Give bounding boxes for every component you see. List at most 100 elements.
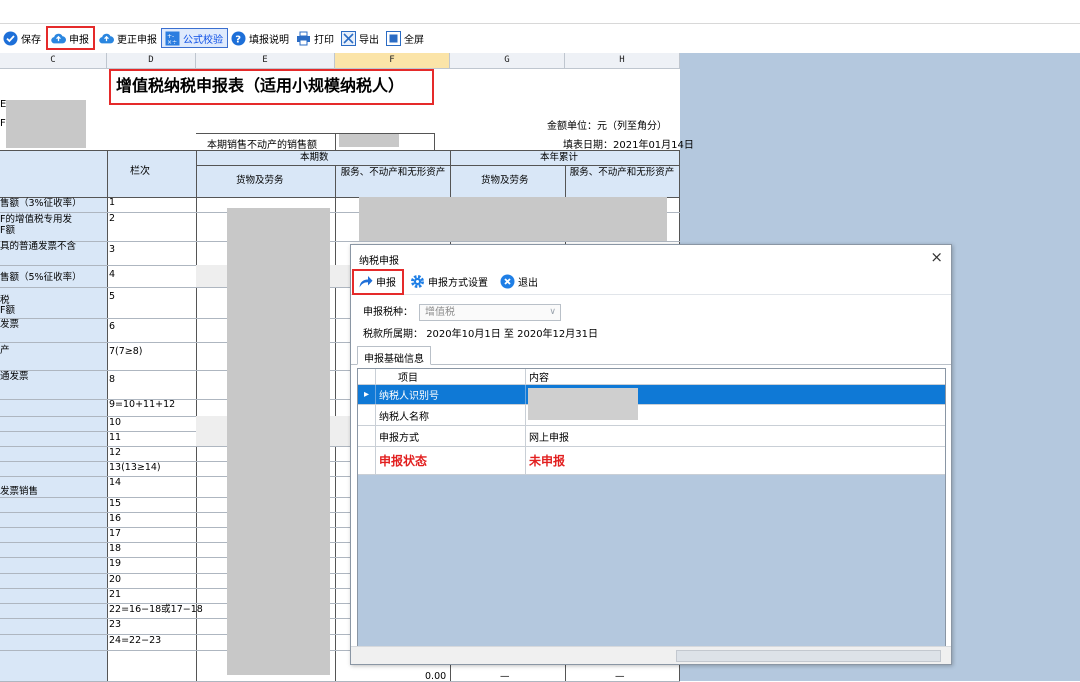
tax-type-label: 申报税种： <box>363 307 413 318</box>
row-code: 15 <box>109 498 122 509</box>
redacted-taxpayer-info <box>6 100 86 148</box>
row-label: 发票销售 <box>0 486 39 497</box>
chevron-down-icon: ∨ <box>549 306 556 317</box>
row-code: 21 <box>109 589 122 600</box>
row-code: 19 <box>109 558 122 569</box>
save-label: 保存 <box>21 34 41 46</box>
bottom-value <box>300 671 303 681</box>
row-label: F额 <box>0 225 15 236</box>
close-icon[interactable]: × <box>930 248 943 266</box>
column-header-g[interactable]: G <box>450 53 565 69</box>
export-button[interactable]: 导出 <box>338 28 383 48</box>
column-header-e[interactable]: E <box>196 53 335 69</box>
column-header-item: 项目 <box>376 369 526 384</box>
fullscreen-label: 全屏 <box>404 34 424 46</box>
amount-unit: 金额单位：元（列至角分） <box>547 121 667 132</box>
window-top-strip <box>0 0 1080 24</box>
main-toolbar: 保存 申报 更正申报 +- ×÷ 公式校验 ? 填报说明 打印 导出 全屏 <box>0 26 1080 50</box>
row-pointer-icon: ▸ <box>358 385 376 404</box>
help-icon: ? <box>231 31 246 46</box>
declare-button[interactable]: 申报 <box>46 26 95 50</box>
tax-period-to: 2020年12月31日 <box>517 329 599 340</box>
header-services-ytd: 服务、不动产和无形资产 <box>569 167 675 178</box>
formula-check-button[interactable]: +- ×÷ 公式校验 <box>161 28 228 48</box>
cell-content-status[interactable]: 未申报 <box>526 447 945 474</box>
table-row[interactable]: ▸ 纳税人识别号 <box>358 385 945 405</box>
scrollbar-thumb[interactable] <box>676 650 941 662</box>
table-header-row: 项目 内容 <box>358 369 945 385</box>
row-code: 24=22−23 <box>109 635 162 646</box>
row-label: 具的普通发票不含 <box>0 241 77 252</box>
share-arrow-icon <box>358 274 373 289</box>
redacted-values <box>359 197 667 241</box>
table-row[interactable]: 纳税人名称 <box>358 405 945 426</box>
fullscreen-button[interactable]: 全屏 <box>383 28 428 48</box>
dialog-declare-button[interactable]: 申报 <box>352 268 404 295</box>
column-header-d[interactable]: D <box>107 53 196 69</box>
row-code: 12 <box>109 447 122 458</box>
close-circle-icon <box>500 274 515 289</box>
row-code: 9=10+11+12 <box>109 399 176 410</box>
column-header-c[interactable]: C <box>0 53 107 69</box>
dialog-toolbar: 申报 申报方式设置 退出 <box>351 268 951 295</box>
table-row[interactable]: 申报状态 未申报 <box>358 447 945 475</box>
fill-instructions-button[interactable]: ? 填报说明 <box>228 28 293 48</box>
cell-item: 申报方式 <box>376 426 526 446</box>
correct-declare-label: 更正申报 <box>117 34 157 46</box>
print-label: 打印 <box>314 34 334 46</box>
basic-info-table: 项目 内容 ▸ 纳税人识别号 纳税人名称 申报方式 网上申报 申报状态 未申报 <box>357 368 946 648</box>
bottom-value: 0.00 <box>425 671 447 682</box>
tax-period-to-word: 至 <box>503 329 514 340</box>
redacted-values <box>227 208 330 675</box>
tab-basic-info[interactable]: 申报基础信息 <box>357 346 431 365</box>
grid-line <box>0 150 680 151</box>
row-divider <box>0 241 680 242</box>
row-indicator <box>358 447 376 474</box>
excel-export-icon <box>341 30 356 46</box>
tax-type-value: 增值税 <box>425 306 455 318</box>
tax-period-label: 税款所属期： <box>363 329 423 340</box>
tax-type-row: 申报税种： 增值税 ∨ <box>363 303 561 321</box>
gear-icon <box>410 274 425 289</box>
row-label: 售额（3%征收率） <box>0 198 82 209</box>
correct-declare-button[interactable]: 更正申报 <box>96 28 161 48</box>
svg-text:×÷: ×÷ <box>167 39 177 46</box>
header-current-period: 本期数 <box>300 152 329 163</box>
declare-method-settings-button[interactable]: 申报方式设置 <box>404 269 494 295</box>
row-code: 8 <box>109 374 116 385</box>
print-button[interactable]: 打印 <box>293 28 338 48</box>
column-header-f[interactable]: F <box>335 53 450 69</box>
table-row[interactable]: 申报方式 网上申报 <box>358 426 945 447</box>
dialog-title: 纳税申报 <box>359 256 399 267</box>
save-button[interactable]: 保存 <box>0 28 45 48</box>
estate-sales-label: 本期销售不动产的销售额 <box>207 140 317 151</box>
truncated-label: F <box>0 118 6 129</box>
row-indicator <box>358 426 376 446</box>
row-code: 4 <box>109 269 116 280</box>
column-header-h[interactable]: H <box>565 53 680 69</box>
exit-label: 退出 <box>518 278 538 289</box>
row-label: 售额（5%征收率） <box>0 272 82 283</box>
check-circle-icon <box>3 31 18 46</box>
svg-text:?: ? <box>235 34 241 45</box>
tax-type-select[interactable]: 增值税 ∨ <box>419 303 561 321</box>
fullscreen-icon <box>386 30 401 46</box>
cell-content[interactable]: 网上申报 <box>526 426 945 446</box>
horizontal-scrollbar[interactable] <box>351 646 951 664</box>
cell-item: 纳税人名称 <box>376 405 526 425</box>
printer-icon <box>296 31 311 46</box>
declare-dialog: 纳税申报 × 申报 申报方式设置 退出 申报税种： 增值税 ∨ 税款所属期： 202… <box>350 244 952 665</box>
redacted-estate-sales <box>339 134 399 147</box>
row-label: F额 <box>0 305 15 316</box>
title-highlight <box>109 69 434 105</box>
fill-instructions-label: 填报说明 <box>249 34 289 46</box>
row-label: F的增值税专用发 <box>0 214 72 225</box>
row-label: 通发票 <box>0 371 29 382</box>
redacted-taxpayer-id <box>528 388 638 420</box>
cell-item: 纳税人识别号 <box>376 385 526 404</box>
tax-period-row: 税款所属期： 2020年10月1日 至 2020年12月31日 <box>363 325 598 340</box>
row-code: 18 <box>109 543 122 554</box>
exit-button[interactable]: 退出 <box>494 269 544 295</box>
grid-line <box>196 133 435 134</box>
dialog-declare-label: 申报 <box>376 278 396 289</box>
